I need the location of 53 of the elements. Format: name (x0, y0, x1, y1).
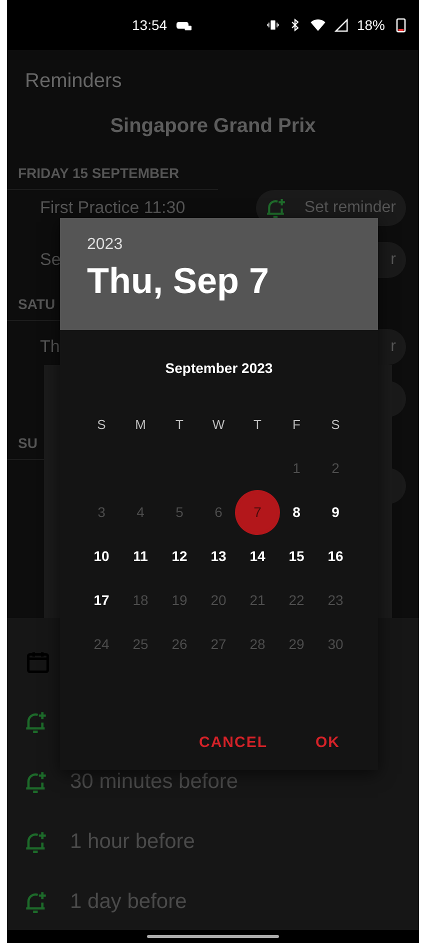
wifi-icon (310, 17, 326, 33)
home-indicator[interactable] (147, 935, 279, 938)
event-title: Singapore Grand Prix (109, 114, 317, 139)
bell-plus-icon (25, 771, 47, 793)
calendar-day[interactable]: 13 (199, 536, 238, 576)
calendar-day[interactable]: 10 (82, 536, 121, 576)
calendar-day[interactable]: 27 (199, 624, 238, 664)
vibrate-icon (266, 18, 280, 32)
weekday-label: S (331, 416, 340, 432)
calendar-day[interactable]: 20 (199, 580, 238, 620)
calendar-day[interactable]: 9 (316, 492, 355, 532)
weekday-label: F (292, 416, 300, 432)
selected-day[interactable]: 7 (238, 492, 277, 532)
ok-button[interactable]: OK (302, 726, 354, 759)
calendar-day[interactable]: 12 (160, 536, 199, 576)
calendar-day[interactable]: 19 (160, 580, 199, 620)
session-name: First Practice 11:30 (40, 198, 186, 218)
year-label[interactable]: 2023 (87, 236, 378, 254)
calendar-day[interactable]: 6 (199, 492, 238, 532)
calendar-day[interactable]: 2 (316, 448, 355, 488)
bell-plus-icon (25, 831, 47, 853)
calendar-day[interactable]: 23 (316, 580, 355, 620)
calendar-day[interactable]: 16 (316, 536, 355, 576)
cancel-button[interactable]: CANCEL (185, 726, 282, 759)
calendar-day[interactable]: 11 (121, 536, 160, 576)
calendar-day[interactable]: 8 (277, 492, 316, 532)
calendar-day[interactable]: 21 (238, 580, 277, 620)
calendar-day[interactable]: 3 (82, 492, 121, 532)
calendar-day[interactable]: 17 (82, 580, 121, 620)
calendar-day[interactable]: 15 (277, 536, 316, 576)
calendar-day[interactable]: 22 (277, 580, 316, 620)
page-title: Reminders (24, 69, 123, 94)
calendar-day[interactable]: 28 (238, 624, 277, 664)
signal-icon (334, 18, 349, 32)
session-name: Th (40, 337, 61, 357)
month-label: September 2023 (164, 360, 274, 376)
calendar-day[interactable]: 5 (160, 492, 199, 532)
weekday-label: T (254, 416, 262, 432)
calendar-day[interactable]: 24 (82, 624, 121, 664)
session-name: Se (40, 250, 62, 270)
calendar-day[interactable]: 4 (121, 492, 160, 532)
battery-percent: 18% (356, 17, 385, 33)
bell-plus-icon (25, 711, 47, 733)
day-heading: FRIDAY 15 SEPTEMBER (7, 155, 218, 190)
calendar-day[interactable]: 1 (277, 448, 316, 488)
calendar-day[interactable]: 25 (121, 624, 160, 664)
clock-time: 13:54 (132, 17, 168, 33)
calendar-day[interactable]: 30 (316, 624, 355, 664)
calendar-day[interactable]: 18 (121, 580, 160, 620)
calendar-day[interactable]: 14 (238, 536, 277, 576)
bell-plus-icon (25, 891, 47, 913)
calendar-day[interactable]: 26 (160, 624, 199, 664)
calendar-day[interactable]: 29 (277, 624, 316, 664)
